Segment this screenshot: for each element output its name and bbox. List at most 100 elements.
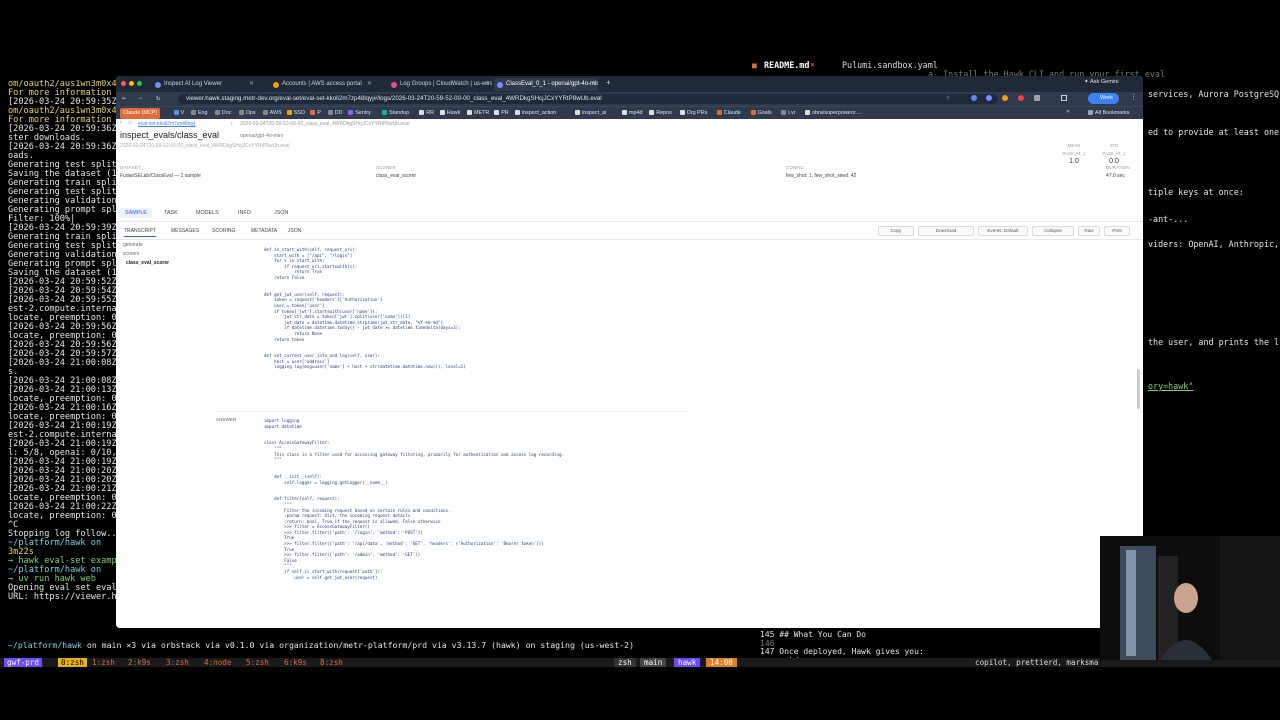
tab-close-icon[interactable]: ✕ (591, 78, 596, 91)
sub-tab[interactable]: SCORING (212, 228, 235, 234)
browser-tab[interactable]: Log Groups | CloudWatch | us-west-2 ✕ (388, 78, 492, 91)
reload-icon[interactable]: ↻ (156, 94, 160, 102)
tree-node[interactable]: generate (123, 242, 143, 248)
breadcrumb-root[interactable]: eval-set-kkoli2m7zp48lqyj (138, 121, 195, 127)
main-tab[interactable]: JSON (274, 210, 288, 216)
address-bar[interactable]: viewer.hawk.staging.metr-dev.org/eval-se… (178, 94, 998, 104)
bookmark-label: Hawk (446, 110, 461, 116)
main-tab[interactable]: SAMPLE (120, 208, 152, 218)
browser-tab[interactable]: Accounts | AWS access portal ✕ (270, 78, 374, 91)
tab-close-icon[interactable]: ✕ (485, 78, 490, 91)
home-icon[interactable]: ⌂ (128, 120, 132, 126)
bookmark-item[interactable]: METR (467, 108, 489, 119)
ask-gemini-button[interactable]: ✦ Ask Gemini (1084, 79, 1119, 85)
tmux-window[interactable]: 4:node (204, 658, 231, 667)
status-segment: 14:00 (706, 658, 737, 667)
back-arrow-icon[interactable]: ‹ (120, 120, 122, 126)
webcam-overlay (1100, 536, 1280, 660)
tmux-window[interactable]: 1:zsh (92, 658, 115, 667)
bookmark-item[interactable]: P (310, 108, 321, 119)
sub-tab[interactable]: TRANSCRIPT (124, 228, 156, 237)
extension-icon-5[interactable] (1034, 95, 1040, 101)
main-tab[interactable]: MODELS (196, 210, 219, 216)
bookmark-label: Sentry (355, 110, 371, 116)
bookmark-favicon-icon (327, 109, 333, 115)
bookmark-item[interactable]: Goals (750, 108, 772, 119)
sub-tab[interactable]: JSON (288, 228, 301, 234)
extension-icon-3[interactable] (1002, 95, 1008, 101)
tmux-window[interactable]: gwf-prd (4, 658, 43, 667)
toolbar-button[interactable]: Copy (878, 226, 914, 236)
bookmark-item[interactable]: PR (494, 108, 509, 119)
tmux-window[interactable]: 6:k9s (284, 658, 307, 667)
scrollbar[interactable] (1137, 369, 1140, 409)
sub-tab[interactable]: MESSAGES (171, 228, 199, 234)
window-zoom-dot[interactable] (137, 81, 142, 86)
extension-icon-2[interactable] (986, 95, 992, 101)
toolbar-button[interactable]: Events: Default (978, 226, 1028, 236)
tree-node[interactable]: scorers (123, 251, 139, 257)
bookmark-item[interactable]: inspect_action (514, 108, 556, 119)
bookmark-item[interactable]: obra/superpowers:... (805, 108, 861, 119)
browser-tab[interactable]: ClassEval_0_1 - openai/gpt-4o-mini ✕ (494, 78, 598, 91)
bookmark-item[interactable]: Sentry (348, 108, 371, 119)
window-minimize-dot[interactable] (129, 81, 134, 86)
bookmark-item[interactable]: inspect_ai (575, 108, 606, 119)
bookmark-item[interactable]: DD (327, 108, 343, 119)
sub-tab[interactable]: METADATA (251, 228, 277, 234)
tree-node[interactable]: class_eval_scorer (126, 260, 169, 266)
sidepanel-icon[interactable] (1061, 95, 1067, 101)
bookmark-item[interactable]: Doc (214, 108, 231, 119)
profile-button[interactable]: Work (1088, 93, 1119, 104)
extension-icon-1[interactable] (971, 95, 977, 101)
bookmark-item[interactable]: AWS (262, 108, 282, 119)
bookmark-item[interactable]: Eng (190, 108, 207, 119)
menu-kebab-icon[interactable]: ⋮ (1130, 93, 1137, 101)
browser-tab[interactable]: Inspect AI Log Viewer ✕ (152, 78, 256, 91)
bookmark-item[interactable]: Lvr (781, 108, 796, 119)
bookmark-item[interactable]: V (173, 108, 184, 119)
bookmark-item[interactable]: Ops (238, 108, 256, 119)
back-icon[interactable]: ← (122, 94, 126, 102)
bookmark-item[interactable]: Org PRs (679, 108, 707, 119)
window-close-dot[interactable] (121, 81, 126, 86)
editor-tab-active[interactable]: README.md (764, 60, 809, 70)
toolbar-button[interactable]: Print (1104, 226, 1130, 236)
bookmarks-overflow-icon[interactable]: » (1066, 108, 1070, 115)
bookmark-item[interactable]: Standup (382, 108, 409, 119)
main-tabs-divider (116, 221, 1143, 222)
bookmark-item[interactable]: Claude (716, 108, 741, 119)
tmux-window[interactable]: 8:zsh (320, 658, 343, 667)
terminal-line: URL: https://viewer.hawk.staging.metr-de… (8, 592, 118, 602)
bookmark-item[interactable]: mp4d (622, 108, 643, 119)
editor-tab-2[interactable]: Pulumi.sandbox.yaml (842, 60, 938, 70)
bookmark-star-icon[interactable]: ☆ (946, 93, 950, 101)
editor-line: 145 ## What You Can Do (760, 630, 866, 639)
all-bookmarks[interactable]: All Bookmarks (1088, 108, 1129, 119)
bookmark-item[interactable]: SSO (286, 108, 305, 119)
bookmark-item[interactable]: RR (419, 108, 434, 119)
tmux-window[interactable]: 3:zsh (166, 658, 189, 667)
bookmark-label: DD (334, 110, 343, 116)
forward-icon[interactable]: → (138, 94, 142, 102)
tab-close-icon[interactable]: ✕ (367, 78, 372, 91)
tmux-window[interactable]: 0:zsh (58, 658, 87, 667)
bookmark-item[interactable]: Repos (649, 108, 672, 119)
bottom-terminal[interactable]: ~/platform/hawk on main ×3 via orbstack … (0, 628, 1280, 720)
new-tab-icon[interactable]: + (606, 78, 611, 87)
editor-line: viders: OpenAI, Anthropic, (1148, 239, 1280, 249)
tab-close-icon[interactable]: ✕ (249, 78, 254, 91)
main-tab[interactable]: TASK (164, 210, 178, 216)
main-tab[interactable]: INFO (238, 210, 251, 216)
toolbar-button[interactable]: Collapse (1032, 226, 1074, 236)
toolbar-button[interactable]: Raw (1078, 226, 1100, 236)
tmux-window[interactable]: 2:k9s (128, 658, 151, 667)
bookmark-favicon-icon (439, 109, 445, 115)
tmux-window[interactable]: 5:zsh (246, 658, 269, 667)
left-terminal-pane[interactable]: For more information check: https://deve… (0, 0, 118, 660)
toolbar-button[interactable]: Download (918, 226, 974, 236)
editor-tab-close-icon[interactable]: ✕ (810, 60, 815, 69)
bookmark-item[interactable]: Claude (MCP) (120, 108, 161, 119)
bookmark-item[interactable]: Hawk (439, 108, 461, 119)
extension-icon-4[interactable] (1018, 95, 1024, 101)
